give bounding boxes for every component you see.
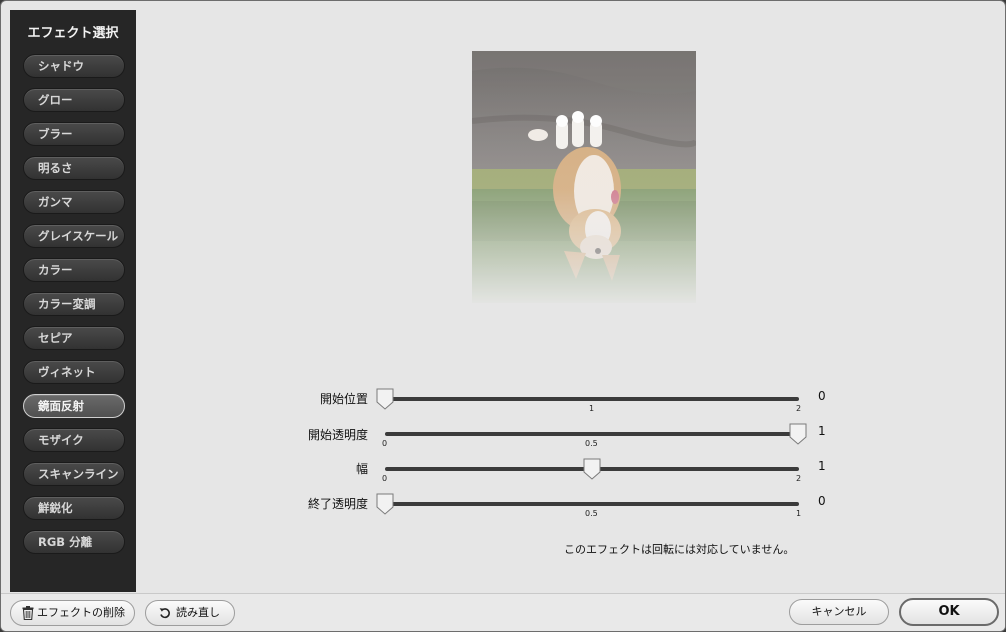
start-position-value: 0 — [818, 389, 826, 403]
effect-glow-button[interactable]: グロー — [23, 88, 125, 112]
effect-mosaic-button[interactable]: モザイク — [23, 428, 125, 452]
start-position-slider-thumb[interactable] — [376, 388, 394, 410]
effect-preview-image — [472, 51, 696, 303]
effect-sepia-button[interactable]: セピア — [23, 326, 125, 350]
footer-bar: エフェクトの削除 読み直し キャンセル OK — [1, 593, 1005, 631]
effect-sharpen-button[interactable]: 鮮鋭化 — [23, 496, 125, 520]
end-opacity-value: 0 — [818, 494, 826, 508]
start-opacity-label: 開始透明度 — [307, 428, 368, 442]
effect-vignette-button[interactable]: ヴィネット — [23, 360, 125, 384]
sidebar-title: エフェクト選択 — [27, 26, 119, 41]
effect-sidebar: エフェクト選択 シャドウ グロー ブラー 明るさ ガンマ グレイスケール カラー… — [10, 10, 145, 592]
effect-rgb-split-button[interactable]: RGB 分離 — [23, 530, 125, 554]
start-opacity-tick-half: 0.5 — [585, 439, 598, 448]
effect-mirror-reflection-button[interactable]: 鏡面反射 — [23, 394, 125, 418]
start-position-slider[interactable] — [385, 397, 799, 401]
width-tick-0: 0 — [382, 474, 388, 483]
effect-grayscale-button[interactable]: グレイスケール — [23, 224, 125, 248]
start-opacity-slider[interactable] — [385, 432, 799, 436]
cancel-button[interactable]: キャンセル — [789, 599, 889, 625]
selection-pointer — [136, 398, 145, 414]
effect-color-button[interactable]: カラー — [23, 258, 125, 282]
effect-color-modulation-button[interactable]: カラー変調 — [23, 292, 125, 316]
width-value: 1 — [818, 459, 826, 473]
start-position-tick-1: 1 — [589, 404, 595, 413]
end-opacity-tick-half: 0.5 — [585, 509, 598, 518]
reload-button[interactable]: 読み直し — [145, 600, 235, 626]
width-label: 幅 — [355, 462, 368, 476]
width-slider-thumb[interactable] — [583, 458, 601, 480]
end-opacity-slider-thumb[interactable] — [376, 493, 394, 515]
width-tick-2: 2 — [796, 474, 802, 483]
effect-dialog: エフェクト選択 シャドウ グロー ブラー 明るさ ガンマ グレイスケール カラー… — [0, 0, 1006, 632]
effect-scanline-button[interactable]: スキャンライン — [23, 462, 125, 486]
rotation-unsupported-note: このエフェクトは回転には対応していません。 — [564, 543, 795, 556]
effect-brightness-button[interactable]: 明るさ — [23, 156, 125, 180]
effect-blur-button[interactable]: ブラー — [23, 122, 125, 146]
end-opacity-slider[interactable] — [385, 502, 799, 506]
trash-icon — [22, 606, 34, 620]
start-opacity-slider-thumb[interactable] — [789, 423, 807, 445]
start-position-tick-2: 2 — [796, 404, 802, 413]
start-opacity-value: 1 — [818, 424, 826, 438]
reload-label: 読み直し — [176, 606, 220, 619]
effect-gamma-button[interactable]: ガンマ — [23, 190, 125, 214]
delete-effect-button[interactable]: エフェクトの削除 — [10, 600, 135, 626]
delete-effect-label: エフェクトの削除 — [37, 606, 125, 619]
start-opacity-tick-0: 0 — [382, 439, 388, 448]
end-opacity-label: 終了透明度 — [307, 497, 368, 511]
ok-button[interactable]: OK — [899, 598, 999, 626]
reload-icon — [159, 608, 170, 619]
end-opacity-tick-1: 1 — [796, 509, 802, 518]
start-position-label: 開始位置 — [319, 392, 368, 406]
effect-shadow-button[interactable]: シャドウ — [23, 54, 125, 78]
